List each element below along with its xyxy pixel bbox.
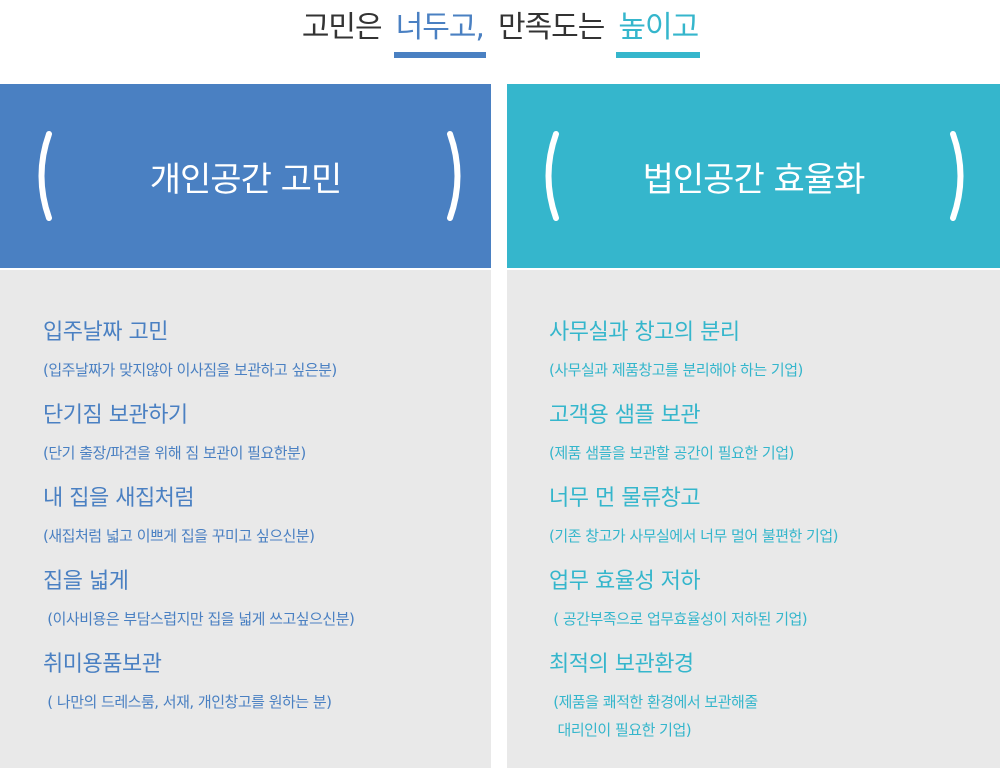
item-title: 고객용 샘플 보관 xyxy=(549,403,701,428)
item-subtitle: ( 나만의 드레스룸, 서재, 개인창고를 원하는 분) xyxy=(43,693,332,711)
list-item: 집을 넓게 (이사비용은 부담스럽지만 집을 넓게 쓰고싶으신분) xyxy=(0,563,491,633)
list-item: 너무 먼 물류창고 (기존 창고가 사무실에서 너무 멀어 불편한 기업) xyxy=(507,480,1000,550)
list-item: 고객용 샘플 보관 (제품 샘플을 보관할 공간이 필요한 기업) xyxy=(507,397,1000,467)
item-title: 입주날짜 고민 xyxy=(43,320,168,345)
headline-underline-blue xyxy=(393,52,486,58)
list-item: 취미용품보관 ( 나만의 드레스룸, 서재, 개인창고를 원하는 분) xyxy=(0,646,491,716)
personal-space-column: 개인공간 고민 입주날짜 고민 (입주날짜가 맞지않아 이사짐을 보관하고 싶은… xyxy=(0,84,491,768)
list-item: 단기짐 보관하기 (단기 출장/파견을 위해 짐 보관이 필요한분) xyxy=(0,397,491,467)
item-subtitle: ( 공간부족으로 업무효율성이 저하된 기업) xyxy=(549,610,808,628)
personal-space-title: 개인공간 고민 xyxy=(149,159,342,200)
list-item: 입주날짜 고민 (입주날짜가 맞지않아 이사짐을 보관하고 싶은분) xyxy=(0,314,491,384)
personal-space-header: 개인공간 고민 xyxy=(0,84,491,268)
headline: 고민은 너두고, 만족도는 높이고 xyxy=(0,0,1000,58)
right-paren-icon xyxy=(447,131,461,221)
personal-space-list: 입주날짜 고민 (입주날짜가 맞지않아 이사짐을 보관하고 싶은분) 단기짐 보… xyxy=(0,270,491,768)
item-title: 사무실과 창고의 분리 xyxy=(549,320,740,345)
list-item: 업무 효율성 저하 ( 공간부족으로 업무효율성이 저하된 기업) xyxy=(507,563,1000,633)
list-item: 최적의 보관환경 (제품을 쾌적한 환경에서 보관해줄 대리인이 필요한 기업) xyxy=(507,646,1000,744)
item-subtitle: (제품 샘플을 보관할 공간이 필요한 기업) xyxy=(549,444,794,462)
item-subtitle-line-2: 대리인이 필요한 기업) xyxy=(549,721,692,739)
item-subtitle: (기존 창고가 사무실에서 너무 멀어 불편한 기업) xyxy=(549,527,839,545)
list-item: 내 집을 새집처럼 (새집처럼 넓고 이쁘게 집을 꾸미고 싶으신분) xyxy=(0,480,491,550)
corporate-space-column: 법인공간 효율화 사무실과 창고의 분리 (사무실과 제품창고를 분리해야 하는… xyxy=(507,84,1000,768)
item-subtitle: (제품을 쾌적한 환경에서 보관해줄 대리인이 필요한 기업) xyxy=(549,688,1000,744)
corporate-space-header: 법인공간 효율화 xyxy=(507,84,1000,268)
item-title: 단기짐 보관하기 xyxy=(43,403,188,428)
item-subtitle: (새집처럼 넓고 이쁘게 집을 꾸미고 싶으신분) xyxy=(43,527,315,545)
item-title: 집을 넓게 xyxy=(43,569,129,594)
headline-part-4: 높이고 xyxy=(616,2,701,58)
item-title: 취미용품보관 xyxy=(43,652,162,677)
item-subtitle: (사무실과 제품창고를 분리해야 하는 기업) xyxy=(549,361,803,379)
headline-part-3: 만족도는 xyxy=(497,10,605,45)
left-paren-icon xyxy=(545,131,559,221)
item-subtitle: (입주날짜가 맞지않아 이사짐을 보관하고 싶은분) xyxy=(43,361,337,379)
item-subtitle-line-1: (제품을 쾌적한 환경에서 보관해줄 xyxy=(549,693,758,711)
headline-part-1: 고민은 xyxy=(301,10,383,45)
item-title: 너무 먼 물류창고 xyxy=(549,486,701,511)
left-paren-icon xyxy=(38,131,52,221)
headline-underline-teal xyxy=(616,52,701,58)
list-item: 사무실과 창고의 분리 (사무실과 제품창고를 분리해야 하는 기업) xyxy=(507,314,1000,384)
headline-part-2: 너두고, xyxy=(393,2,486,58)
item-title: 업무 효율성 저하 xyxy=(549,569,701,594)
item-subtitle: (이사비용은 부담스럽지만 집을 넓게 쓰고싶으신분) xyxy=(43,610,355,628)
item-title: 최적의 보관환경 xyxy=(549,652,694,677)
corporate-space-title: 법인공간 효율화 xyxy=(642,159,866,200)
corporate-space-list: 사무실과 창고의 분리 (사무실과 제품창고를 분리해야 하는 기업) 고객용 … xyxy=(507,270,1000,768)
item-title: 내 집을 새집처럼 xyxy=(43,486,195,511)
right-paren-icon xyxy=(950,131,964,221)
item-subtitle: (단기 출장/파견을 위해 짐 보관이 필요한분) xyxy=(43,444,306,462)
